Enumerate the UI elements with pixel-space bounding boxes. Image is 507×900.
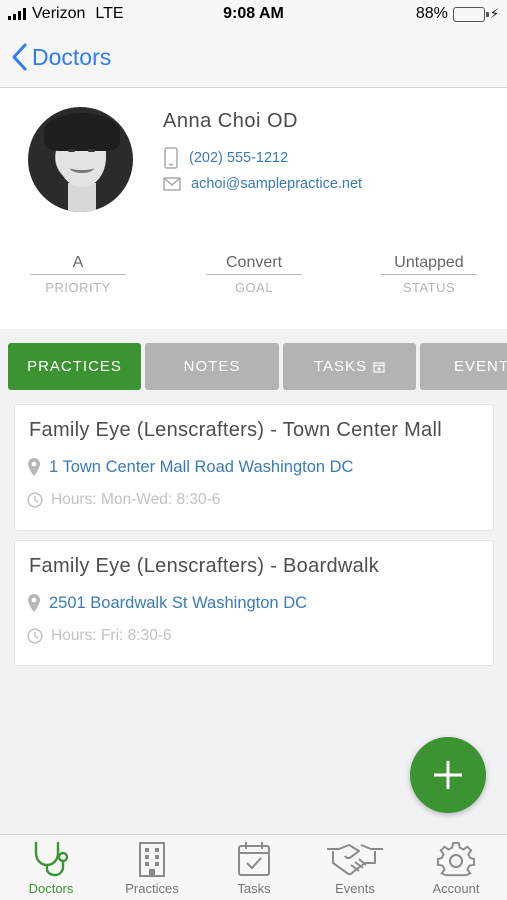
battery-icon — [452, 6, 489, 22]
doctor-profile: Anna Choi OD (202) 555-1212 achoi@sample… — [0, 88, 507, 329]
tabbar-item-practices[interactable]: Practices — [107, 841, 197, 896]
tabbar-item-account[interactable]: Account — [411, 841, 501, 896]
clock-icon — [27, 628, 43, 644]
tabbar-label-tasks: Tasks — [237, 881, 271, 896]
bottom-tab-bar: Doctors Practices Tasks Events Account — [0, 834, 507, 900]
practice-name: Family Eye (Lenscrafters) - Boardwalk — [29, 555, 380, 577]
map-pin-icon — [28, 594, 40, 612]
map-pin-icon — [28, 458, 40, 476]
back-button[interactable]: Doctors — [10, 42, 111, 72]
practice-address-link[interactable]: 1 Town Center Mall Road Washington DC — [27, 457, 353, 477]
doctor-name: Anna Choi OD — [163, 110, 298, 132]
tab-events[interactable]: EVENTS — [420, 343, 507, 390]
tabbar-label-practices: Practices — [125, 881, 179, 896]
email-link[interactable]: achoi@samplepractice.net — [163, 176, 362, 192]
status-stat: Untapped STATUS — [381, 254, 477, 295]
tab-events-label: EVENTS — [454, 358, 507, 375]
calendar-check-icon — [238, 842, 270, 876]
practice-hours: Hours: Mon-Wed: 8:30-6 — [27, 491, 220, 509]
practice-address: 2501 Boardwalk St Washington DC — [49, 593, 308, 612]
phone-number: (202) 555-1212 — [189, 150, 289, 166]
tabbar-label-events: Events — [335, 881, 375, 896]
status-label: STATUS — [402, 280, 456, 295]
charging-icon: ⚡ — [489, 6, 499, 21]
navigation-bar: Doctors — [0, 30, 507, 88]
practice-address: 1 Town Center Mall Road Washington DC — [49, 457, 354, 476]
phone-link[interactable]: (202) 555-1212 — [163, 147, 288, 169]
practice-card[interactable]: Family Eye (Lenscrafters) - Town Center … — [14, 404, 494, 531]
stethoscope-icon — [34, 841, 69, 877]
status-bar: Verizon LTE 9:08 AM 88% ⚡ — [0, 0, 507, 30]
tab-practices-label: PRACTICES — [27, 358, 122, 375]
tabbar-label-doctors: Doctors — [28, 881, 74, 896]
practice-hours-text: Hours: Fri: 8:30-6 — [51, 627, 172, 644]
phone-icon — [164, 147, 178, 169]
tab-notes[interactable]: NOTES — [145, 343, 279, 390]
tabbar-item-doctors[interactable]: Doctors — [6, 841, 96, 896]
back-button-label: Doctors — [32, 43, 112, 70]
building-icon — [139, 842, 165, 877]
status-value: Untapped — [381, 254, 477, 275]
envelope-icon — [163, 177, 181, 191]
doctor-stats: A PRIORITY Convert GOAL Untapped STATUS — [0, 254, 507, 304]
add-button[interactable] — [410, 737, 486, 813]
tabbar-item-events[interactable]: Events — [310, 841, 400, 896]
plus-icon — [434, 761, 462, 789]
tab-practices[interactable]: PRACTICES — [8, 343, 141, 390]
practice-hours: Hours: Fri: 8:30-6 — [27, 627, 172, 645]
gear-icon — [436, 841, 475, 877]
goal-label: GOAL — [234, 280, 274, 295]
practice-card[interactable]: Family Eye (Lenscrafters) - Boardwalk 25… — [14, 540, 494, 666]
email-address: achoi@samplepractice.net — [191, 176, 363, 192]
handshake-icon — [327, 844, 383, 876]
tab-tasks-label: TASKS — [313, 358, 368, 375]
goal-stat: Convert GOAL — [206, 254, 302, 295]
priority-stat: A PRIORITY — [30, 254, 126, 295]
practice-hours-text: Hours: Mon-Wed: 8:30-6 — [51, 491, 221, 508]
status-right: 88% ⚡ — [416, 5, 499, 23]
tab-notes-label: NOTES — [183, 358, 241, 375]
avatar — [28, 107, 133, 212]
practice-address-link[interactable]: 2501 Boardwalk St Washington DC — [27, 593, 307, 613]
priority-label: PRIORITY — [45, 280, 111, 295]
goal-value: Convert — [206, 254, 302, 275]
clock-icon — [27, 492, 43, 508]
tab-tasks[interactable]: TASKS — [283, 343, 416, 390]
practice-name: Family Eye (Lenscrafters) - Town Center … — [29, 419, 442, 441]
chevron-left-icon — [12, 43, 27, 71]
tabbar-item-tasks[interactable]: Tasks — [209, 841, 299, 896]
calendar-plus-icon — [373, 361, 385, 373]
segment-tabs: PRACTICES NOTES TASKS EVENTS — [8, 343, 507, 390]
tabbar-label-account: Account — [432, 881, 480, 896]
priority-value: A — [30, 254, 126, 275]
battery-percent: 88% — [415, 5, 448, 22]
